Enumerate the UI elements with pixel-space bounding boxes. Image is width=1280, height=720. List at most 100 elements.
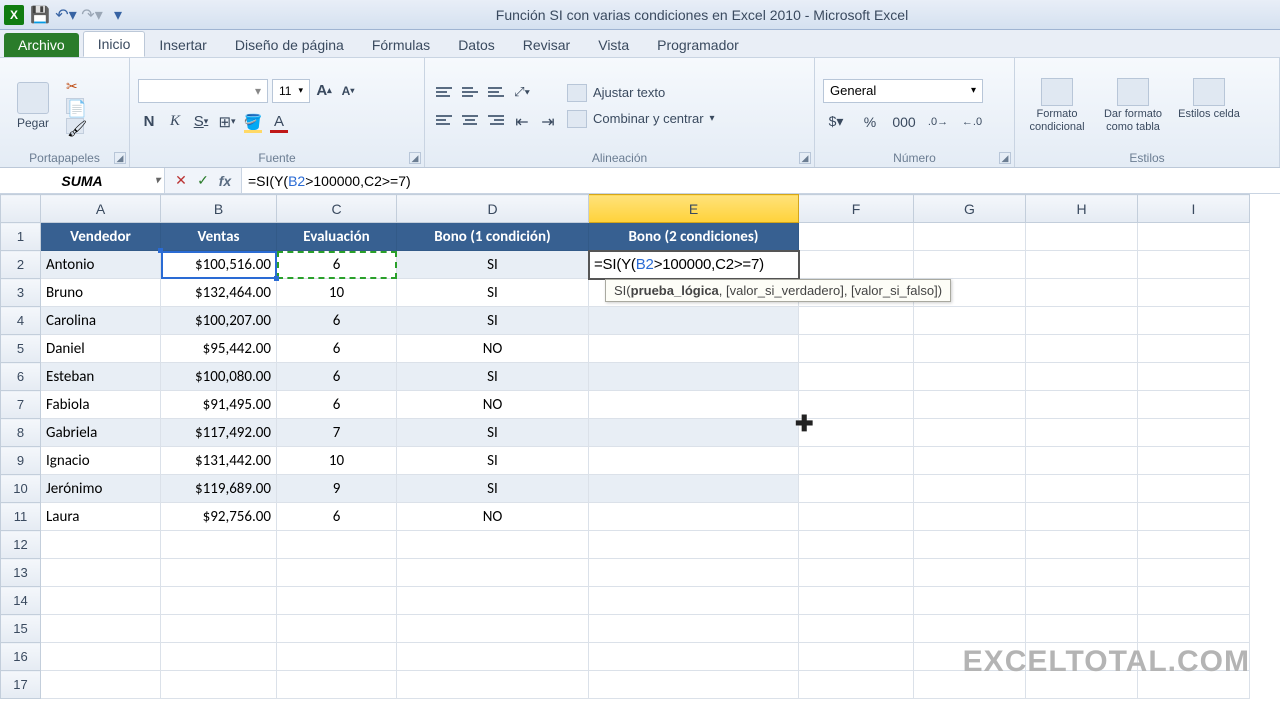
cell[interactable]: Ignacio <box>41 447 161 475</box>
comma-button[interactable]: 000 <box>891 111 917 133</box>
fill-color-button[interactable]: 🪣 <box>242 111 264 133</box>
orientation-button[interactable]: ⤢▾ <box>511 81 533 103</box>
undo-icon[interactable]: ↶▾ <box>56 5 76 25</box>
cell[interactable] <box>589 391 799 419</box>
percent-button[interactable]: % <box>857 111 883 133</box>
increase-decimal-button[interactable]: .0→ <box>925 111 951 133</box>
tab-vista[interactable]: Vista <box>584 33 643 57</box>
increase-indent-button[interactable]: ⇥ <box>537 109 559 131</box>
cell[interactable]: 6 <box>277 503 397 531</box>
row-header[interactable]: 6 <box>1 363 41 391</box>
table-header[interactable]: Ventas <box>161 223 277 251</box>
row-header[interactable]: 2 <box>1 251 41 279</box>
row-header[interactable]: 7 <box>1 391 41 419</box>
col-header-F[interactable]: F <box>799 195 914 223</box>
tab-revisar[interactable]: Revisar <box>509 33 584 57</box>
underline-button[interactable]: S▾ <box>190 111 212 133</box>
row-header[interactable]: 16 <box>1 643 41 671</box>
shrink-font-icon[interactable]: A▾ <box>338 81 358 101</box>
cell[interactable]: Daniel <box>41 335 161 363</box>
font-family-select[interactable]: ▾ <box>138 79 268 103</box>
tab-archivo[interactable]: Archivo <box>4 33 79 57</box>
portapapeles-launcher-icon[interactable]: ◢ <box>114 152 126 164</box>
cell[interactable] <box>589 475 799 503</box>
cell[interactable]: SI <box>397 251 589 279</box>
cell[interactable]: NO <box>397 391 589 419</box>
cell[interactable]: 6 <box>277 307 397 335</box>
select-all-button[interactable] <box>1 195 41 223</box>
cell[interactable]: 6 <box>277 391 397 419</box>
cell[interactable]: 10 <box>277 447 397 475</box>
copy-icon[interactable]: 📄 <box>66 98 84 114</box>
cell[interactable]: $92,756.00 <box>161 503 277 531</box>
row-header[interactable]: 11 <box>1 503 41 531</box>
col-header-E[interactable]: E <box>589 195 799 223</box>
cell[interactable] <box>589 335 799 363</box>
cell-styles-button[interactable]: Estilos celda <box>1175 78 1243 132</box>
col-header-B[interactable]: B <box>161 195 277 223</box>
cell[interactable]: NO <box>397 503 589 531</box>
cell[interactable]: SI <box>397 475 589 503</box>
tab-insertar[interactable]: Insertar <box>145 33 220 57</box>
align-top-button[interactable] <box>433 81 455 103</box>
cell[interactable]: Gabriela <box>41 419 161 447</box>
cell[interactable]: SI <box>397 447 589 475</box>
row-header[interactable]: 14 <box>1 587 41 615</box>
redo-icon[interactable]: ↷▾ <box>82 5 102 25</box>
table-header[interactable]: Evaluación <box>277 223 397 251</box>
col-header-G[interactable]: G <box>914 195 1026 223</box>
cell[interactable] <box>589 447 799 475</box>
align-left-button[interactable] <box>433 109 455 131</box>
col-header-C[interactable]: C <box>277 195 397 223</box>
cell[interactable]: 6 <box>277 251 397 279</box>
cell[interactable]: Bruno <box>41 279 161 307</box>
bold-button[interactable]: N <box>138 111 160 133</box>
cell[interactable]: 10 <box>277 279 397 307</box>
table-header[interactable]: Bono (1 condición) <box>397 223 589 251</box>
cell[interactable]: SI <box>397 307 589 335</box>
tab-programador[interactable]: Programador <box>643 33 753 57</box>
row-header[interactable]: 1 <box>1 223 41 251</box>
cell[interactable]: Fabiola <box>41 391 161 419</box>
row-header[interactable]: 15 <box>1 615 41 643</box>
format-painter-icon[interactable]: 🖌 <box>66 118 84 134</box>
cell[interactable]: $131,442.00 <box>161 447 277 475</box>
cell[interactable]: SI <box>397 363 589 391</box>
wrap-text-button[interactable]: Ajustar texto <box>567 84 715 102</box>
tab-formulas[interactable]: Fórmulas <box>358 33 444 57</box>
col-header-A[interactable]: A <box>41 195 161 223</box>
row-header[interactable]: 13 <box>1 559 41 587</box>
row-header[interactable]: 12 <box>1 531 41 559</box>
border-button[interactable]: ⊞▾ <box>216 111 238 133</box>
excel-icon[interactable]: X <box>4 5 24 25</box>
format-as-table-button[interactable]: Dar formato como tabla <box>1099 78 1167 132</box>
row-header[interactable]: 5 <box>1 335 41 363</box>
decrease-decimal-button[interactable]: ←.0 <box>959 111 985 133</box>
font-size-select[interactable]: 11▾ <box>272 79 310 103</box>
cell[interactable]: $95,442.00 <box>161 335 277 363</box>
cell[interactable]: $100,080.00 <box>161 363 277 391</box>
cell[interactable]: $100,207.00 <box>161 307 277 335</box>
cell[interactable]: SI <box>397 279 589 307</box>
spreadsheet-grid[interactable]: A B C D E F G H I 1 Vendedor Ventas Eval… <box>0 194 1280 699</box>
row-header[interactable]: 8 <box>1 419 41 447</box>
cell[interactable]: 6 <box>277 335 397 363</box>
conditional-formatting-button[interactable]: Formato condicional <box>1023 78 1091 132</box>
formula-input[interactable]: =SI(Y(B2>100000,C2>=7) <box>242 168 1280 193</box>
row-header[interactable]: 9 <box>1 447 41 475</box>
cell[interactable]: 6 <box>277 363 397 391</box>
qat-customize-icon[interactable]: ▾ <box>108 5 128 25</box>
cell[interactable]: $119,689.00 <box>161 475 277 503</box>
grow-font-icon[interactable]: A▴ <box>314 81 334 101</box>
cell[interactable]: Jerónimo <box>41 475 161 503</box>
align-bottom-button[interactable] <box>485 81 507 103</box>
tab-diseno[interactable]: Diseño de página <box>221 33 358 57</box>
font-color-button[interactable]: A <box>268 111 290 133</box>
row-header[interactable]: 10 <box>1 475 41 503</box>
align-right-button[interactable] <box>485 109 507 131</box>
cell[interactable]: Antonio <box>41 251 161 279</box>
number-format-select[interactable]: General▾ <box>823 79 983 103</box>
row-header[interactable]: 3 <box>1 279 41 307</box>
table-header[interactable]: Vendedor <box>41 223 161 251</box>
cell[interactable] <box>589 363 799 391</box>
